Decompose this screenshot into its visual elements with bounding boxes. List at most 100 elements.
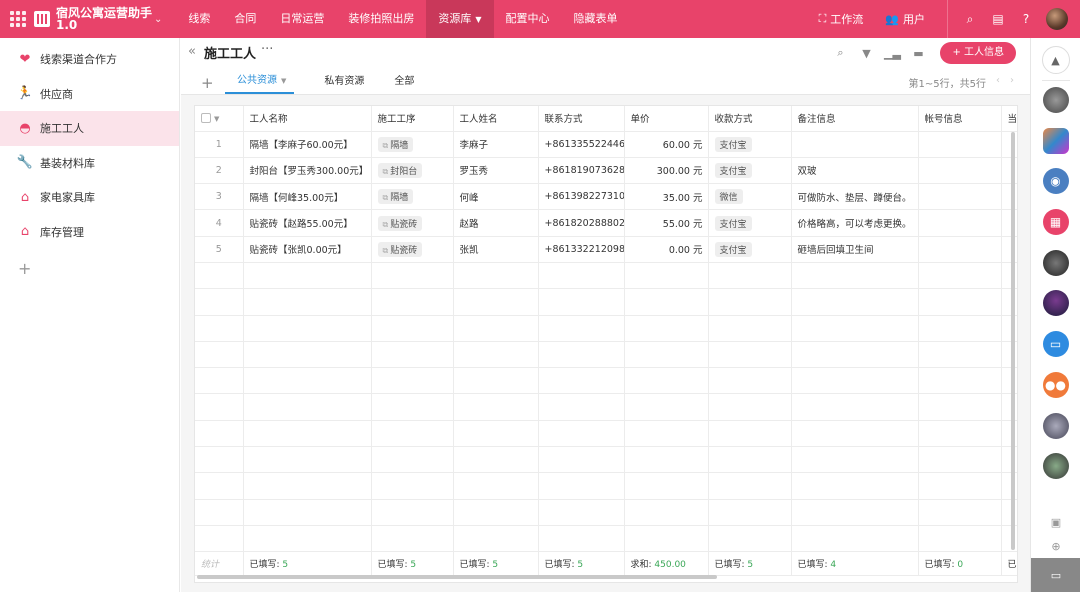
more-options-icon[interactable]: ··· [261, 42, 273, 57]
table-row[interactable]: 3 隔墙【何峰35.00元】 ⧉ 隔墙 何峰 +8613982273109 35.… [195, 183, 1017, 211]
cell-process[interactable]: ⧉ 贴瓷砖 [371, 236, 454, 263]
column-header[interactable]: 联系方式 [538, 106, 625, 132]
cell-payment[interactable]: 支付宝 [708, 236, 792, 263]
add-icon[interactable]: ⊕ [1031, 534, 1080, 558]
column-header[interactable]: 工人名称 [243, 106, 372, 132]
notification-icon[interactable]: ◉ [1042, 168, 1069, 195]
nav-item-hidden-forms[interactable]: 隐藏表单 [562, 0, 630, 38]
tab-private-resources[interactable]: 私有资源 [324, 72, 364, 93]
footer-cell[interactable]: 已填写: 5 [371, 551, 454, 577]
cell-phone[interactable]: +8618202888022 [538, 209, 625, 237]
sidebar-item-inventory[interactable]: ⌂ 库存管理 [0, 215, 179, 250]
bell-icon[interactable]: ▲ [1041, 46, 1070, 74]
cell-more[interactable] [1001, 131, 1017, 158]
sidebar-item-workers[interactable]: ◓ 施工工人 [0, 111, 179, 146]
cell-phone[interactable]: +8613355224462 [538, 131, 625, 158]
cell-worker-name[interactable]: 隔墙【何峰35.00元】 [243, 183, 372, 211]
footer-cell[interactable]: 已填写: 0 [918, 551, 1002, 577]
filter-icon[interactable]: ▼ [858, 45, 874, 61]
cell-price[interactable]: 60.00 元 [624, 131, 709, 158]
cell-more[interactable] [1001, 157, 1017, 185]
add-worker-button[interactable]: + 工人信息 [940, 42, 1016, 64]
cell-note[interactable]: 可做防水、垫层、蹲便台。 [791, 183, 919, 211]
search-icon[interactable]: ⌕ [832, 45, 848, 61]
tab-public-resources[interactable]: 公共资源 ▼ [225, 71, 295, 94]
footer-cell[interactable]: 已 [1001, 551, 1017, 577]
column-header[interactable]: 工人姓名 [453, 106, 539, 132]
cell-price[interactable]: 35.00 元 [624, 183, 709, 211]
avatar[interactable] [1042, 412, 1069, 439]
avatar[interactable] [1042, 453, 1069, 480]
card-view-icon[interactable]: ▭ [1031, 558, 1080, 592]
cell-account[interactable] [918, 131, 1002, 158]
app-switcher[interactable]: 宿风公寓运营助手 1.0 ⌄ [34, 7, 162, 31]
cell-price[interactable]: 55.00 元 [624, 209, 709, 237]
cell-worker-name[interactable]: 封阳台【罗玉秀300.00元】 [243, 157, 372, 185]
cell-phone[interactable]: +8613322120981 [538, 236, 625, 263]
sidebar-item-materials[interactable]: 🔧 基装材料库 [0, 146, 179, 181]
cell-more[interactable] [1001, 183, 1017, 211]
cell-process[interactable]: ⧉ 隔墙 [371, 183, 454, 211]
comment-icon[interactable]: ▬ [910, 45, 926, 61]
cell-account[interactable] [918, 236, 1002, 263]
add-view-button[interactable]: + [201, 74, 215, 92]
cell-phone[interactable]: +8613982273109 [538, 183, 625, 211]
app-cube-icon[interactable] [1042, 127, 1069, 154]
cell-worker-name[interactable]: 贴瓷砖【赵路55.00元】 [243, 209, 372, 237]
horizontal-scrollbar[interactable] [197, 575, 717, 579]
footer-cell[interactable]: 已填写: 5 [243, 551, 372, 577]
cell-process[interactable]: ⧉ 封阳台 [371, 157, 454, 185]
column-header[interactable]: 收款方式 [708, 106, 792, 132]
footer-cell[interactable]: 已填写: 5 [538, 551, 625, 577]
footer-cell[interactable]: 已填写: 5 [708, 551, 792, 577]
column-header[interactable]: 帐号信息 [918, 106, 1002, 132]
sidebar-item-suppliers[interactable]: 🏃 供应商 [0, 77, 179, 112]
cell-payment[interactable]: 支付宝 [708, 131, 792, 158]
table-row[interactable]: 1 隔墙【李麻子60.00元】 ⧉ 隔墙 李麻子 +8613355224462 6… [195, 131, 1017, 158]
column-header[interactable]: 当 [1001, 106, 1017, 132]
avatar[interactable] [1042, 249, 1069, 276]
footer-cell[interactable]: 已填写: 5 [453, 551, 539, 577]
footer-cell[interactable]: 已填写: 4 [791, 551, 919, 577]
column-header[interactable]: 单价 [624, 106, 709, 132]
sidebar-item-channel-partners[interactable]: ❤ 线索渠道合作方 [0, 42, 179, 77]
prev-page-icon[interactable]: ‹ [996, 75, 1000, 90]
avatar[interactable] [1046, 8, 1068, 30]
cell-worker[interactable]: 李麻子 [453, 131, 539, 158]
tab-all[interactable]: 全部 [394, 72, 414, 93]
select-all-checkbox[interactable]: ▼ [195, 106, 244, 132]
cell-note[interactable]: 价格略高，可以考虑更换。 [791, 209, 919, 237]
cell-account[interactable] [918, 183, 1002, 211]
contacts-icon[interactable]: ▣ [1031, 510, 1080, 534]
cell-payment[interactable]: 支付宝 [708, 209, 792, 237]
chat-icon[interactable]: ▭ [1042, 331, 1069, 358]
cell-worker[interactable]: 罗玉秀 [453, 157, 539, 185]
avatar[interactable] [1042, 87, 1069, 113]
column-header[interactable]: 备注信息 [791, 106, 919, 132]
cell-price[interactable]: 0.00 元 [624, 236, 709, 263]
table-row[interactable]: 2 封阳台【罗玉秀300.00元】 ⧉ 封阳台 罗玉秀 +861819073628… [195, 157, 1017, 185]
workflow-link[interactable]: ⛶ 工作流 [819, 11, 864, 27]
column-header[interactable]: 施工工序 [371, 106, 454, 132]
cell-price[interactable]: 300.00 元 [624, 157, 709, 185]
apps-grid-icon[interactable] [10, 11, 26, 27]
calendar-icon[interactable]: ▦ [1042, 209, 1069, 236]
nav-item-contracts[interactable]: 合同 [222, 0, 268, 38]
search-icon[interactable]: ⌕ [962, 11, 978, 27]
cell-account[interactable] [918, 157, 1002, 185]
cell-account[interactable] [918, 209, 1002, 237]
help-icon[interactable]: ? [1018, 11, 1034, 27]
cell-phone[interactable]: +8618190736283 [538, 157, 625, 185]
add-sidebar-item-button[interactable]: + [0, 249, 179, 289]
nav-item-daily-ops[interactable]: 日常运营 [268, 0, 336, 38]
collapse-sidebar-icon[interactable]: « [188, 44, 196, 59]
cell-note[interactable]: 砸墙后回填卫生间 [791, 236, 919, 263]
cell-worker-name[interactable]: 隔墙【李麻子60.00元】 [243, 131, 372, 158]
cell-worker[interactable]: 何峰 [453, 183, 539, 211]
cell-payment[interactable]: 微信 [708, 183, 792, 211]
cell-more[interactable] [1001, 209, 1017, 237]
avatar[interactable] [1042, 290, 1069, 317]
footer-cell[interactable]: 求和: 450.00 [624, 551, 709, 577]
cell-payment[interactable]: 支付宝 [708, 157, 792, 185]
cell-process[interactable]: ⧉ 隔墙 [371, 131, 454, 158]
